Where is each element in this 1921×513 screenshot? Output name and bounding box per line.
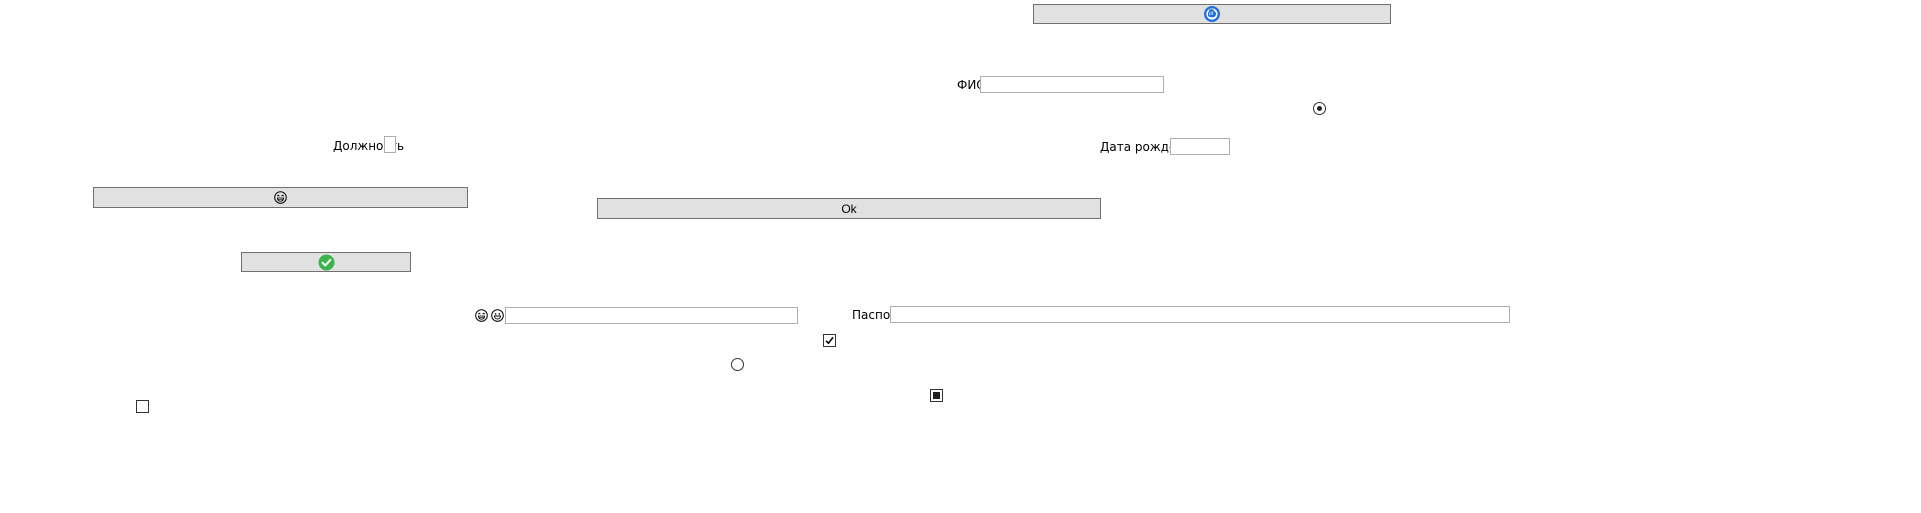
checkbox-checked[interactable] [823, 334, 836, 347]
radio-button-checked[interactable] [1313, 102, 1326, 115]
passport-field[interactable] [890, 306, 1510, 323]
birth-date-field[interactable] [1170, 138, 1230, 155]
grin-emoji-icon [475, 309, 488, 322]
checkbox-unchecked[interactable] [136, 400, 149, 413]
fio-field[interactable] [980, 76, 1164, 93]
emoji-text-field[interactable] [505, 307, 798, 324]
position-field[interactable] [384, 136, 396, 153]
confirm-button[interactable] [241, 252, 411, 272]
checkmark-icon [825, 336, 834, 345]
ok-button[interactable]: Ok [597, 198, 1101, 219]
checkbox-indeterminate[interactable] [930, 389, 943, 402]
grin-emoji-icon [274, 191, 287, 204]
radio-button-unchecked[interactable] [731, 358, 744, 371]
refresh-button[interactable] [1033, 4, 1391, 24]
smile-emoji-icon [491, 309, 504, 322]
check-circle-icon [318, 254, 335, 271]
emoji-button[interactable] [93, 187, 468, 208]
refresh-hand-icon [1203, 5, 1221, 23]
app-window: ФИО Должность Дата рождения Ok Паспорт [0, 0, 1921, 513]
